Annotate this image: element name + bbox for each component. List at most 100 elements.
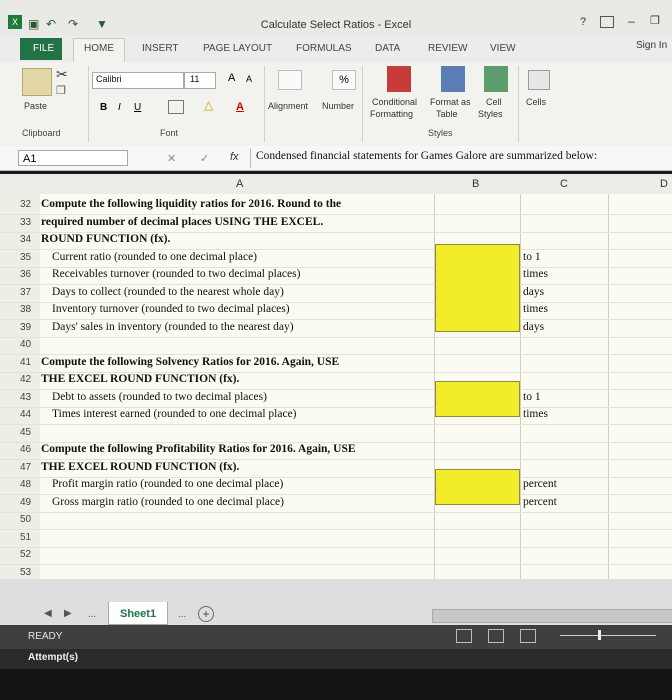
table-label[interactable]: Table [436, 109, 458, 119]
row-number[interactable]: 32 [20, 199, 31, 210]
row-number[interactable]: 52 [20, 549, 31, 560]
font-color-icon[interactable]: A [236, 101, 244, 113]
row-number[interactable]: 47 [20, 462, 31, 473]
formula-content[interactable]: Condensed financial statements for Games… [256, 150, 597, 162]
tab-page-layout[interactable]: PAGE LAYOUT [203, 43, 272, 54]
row-number[interactable]: 39 [20, 322, 31, 333]
bold-button[interactable]: B [100, 102, 107, 113]
row-number[interactable]: 38 [20, 304, 31, 315]
italic-button[interactable]: I [118, 102, 121, 113]
percent-icon[interactable]: % [332, 70, 356, 90]
row-number[interactable]: 46 [20, 444, 31, 455]
cells-icon[interactable] [528, 70, 550, 90]
tab-view[interactable]: VIEW [490, 43, 516, 54]
cell-text[interactable]: Compute the following liquidity ratios f… [41, 198, 341, 210]
cell-text[interactable]: THE EXCEL ROUND FUNCTION (fx). [41, 461, 239, 473]
cells-button[interactable]: Cells [526, 97, 546, 107]
cell-text[interactable]: Gross margin ratio (rounded to one decim… [52, 496, 284, 508]
row-number[interactable]: 40 [20, 339, 31, 350]
row-number[interactable]: 51 [20, 532, 31, 543]
formatting-label[interactable]: Formatting [370, 109, 413, 119]
grow-font-button[interactable]: A [228, 72, 235, 84]
cell-text[interactable]: ROUND FUNCTION (fx). [41, 233, 170, 245]
row-number[interactable]: 48 [20, 479, 31, 490]
row-number[interactable]: 41 [20, 357, 31, 368]
cell-styles-icon[interactable] [484, 66, 508, 92]
column-header-d[interactable]: D [660, 178, 668, 190]
row-number[interactable]: 50 [20, 514, 31, 525]
cancel-icon[interactable]: ✕ [167, 152, 176, 165]
cell-text[interactable]: Inventory turnover (rounded to two decim… [52, 303, 290, 315]
format-as-table-icon[interactable] [441, 66, 465, 92]
ribbon-display-icon[interactable] [600, 16, 614, 28]
row-number[interactable]: 37 [20, 287, 31, 298]
row-number[interactable]: 34 [20, 234, 31, 245]
cell-text[interactable]: Days to collect (rounded to the nearest … [52, 286, 284, 298]
column-header-a[interactable]: A [236, 178, 243, 190]
answer-cells-liquidity[interactable] [435, 244, 520, 332]
cell-text[interactable]: Compute the following Solvency Ratios fo… [41, 356, 339, 368]
sheet-tabs-more-left[interactable]: ... [88, 609, 96, 620]
enter-icon[interactable]: ✓ [200, 152, 209, 165]
fill-color-icon[interactable]: △ [204, 98, 213, 112]
add-sheet-button[interactable]: + [198, 606, 214, 622]
insert-function-icon[interactable]: fx [230, 151, 239, 163]
styles-label[interactable]: Styles [478, 109, 503, 119]
tab-review[interactable]: REVIEW [428, 43, 467, 54]
tab-data[interactable]: DATA [375, 43, 400, 54]
tab-home-label[interactable]: HOME [84, 43, 114, 54]
page-break-view-icon[interactable] [520, 629, 536, 643]
column-header-c[interactable]: C [560, 178, 568, 190]
row-number[interactable]: 49 [20, 497, 31, 508]
tab-formulas[interactable]: FORMULAS [296, 43, 352, 54]
row-number[interactable]: 53 [20, 567, 31, 578]
cell-text[interactable]: Compute the following Profitability Rati… [41, 443, 356, 455]
font-size-select[interactable] [184, 72, 216, 89]
tab-file-label[interactable]: FILE [33, 43, 54, 54]
row-number[interactable]: 35 [20, 252, 31, 263]
cell-text[interactable]: required number of decimal places USING … [41, 216, 323, 228]
cell-text[interactable]: Debt to assets (rounded to two decimal p… [52, 391, 267, 403]
cut-icon[interactable]: ✂ [56, 66, 68, 83]
conditional-formatting-icon[interactable] [387, 66, 411, 92]
row-number[interactable]: 43 [20, 392, 31, 403]
sign-in-link[interactable]: Sign In [636, 40, 667, 51]
cell-text[interactable]: THE EXCEL ROUND FUNCTION (fx). [41, 373, 239, 385]
zoom-slider-thumb[interactable] [598, 630, 601, 640]
alignment-icon[interactable] [278, 70, 302, 90]
copy-icon[interactable]: ❐ [56, 84, 66, 97]
cell-label[interactable]: Cell [486, 97, 502, 107]
name-box[interactable]: A1 [18, 150, 128, 166]
cell-text[interactable]: Current ratio (rounded to one decimal pl… [52, 251, 257, 263]
paste-button[interactable]: Paste [24, 101, 47, 111]
row-number[interactable]: 44 [20, 409, 31, 420]
help-icon[interactable]: ? [580, 16, 586, 28]
minimize-icon[interactable]: – [628, 14, 635, 28]
conditional-formatting-label[interactable]: Conditional [372, 97, 417, 107]
format-as-label[interactable]: Format as [430, 97, 471, 107]
row-number[interactable]: 33 [20, 217, 31, 228]
cell-text[interactable]: Times interest earned (rounded to one de… [52, 408, 297, 420]
next-sheet-icon[interactable]: ▶ [64, 608, 72, 619]
cell-text[interactable]: Receivables turnover (rounded to two dec… [52, 268, 300, 280]
zoom-slider[interactable] [560, 635, 656, 636]
shrink-font-button[interactable]: A [246, 74, 252, 84]
cell-text[interactable]: Days' sales in inventory (rounded to the… [52, 321, 294, 333]
row-number[interactable]: 36 [20, 269, 31, 280]
answer-cells-profitability[interactable] [435, 469, 520, 505]
sheet-tabs-more-right[interactable]: ... [178, 609, 186, 620]
page-layout-view-icon[interactable] [488, 629, 504, 643]
borders-icon[interactable] [168, 100, 184, 114]
answer-cells-solvency[interactable] [435, 381, 520, 417]
normal-view-icon[interactable] [456, 629, 472, 643]
row-number[interactable]: 42 [20, 374, 31, 385]
alignment-button[interactable]: Alignment [268, 101, 308, 111]
underline-button[interactable]: U [134, 102, 141, 113]
sheet-tab-label[interactable]: Sheet1 [120, 608, 156, 620]
column-header-b[interactable]: B [472, 178, 479, 190]
row-number[interactable]: 45 [20, 427, 31, 438]
horizontal-scrollbar[interactable] [432, 609, 672, 623]
tab-insert[interactable]: INSERT [142, 43, 179, 54]
restore-icon[interactable]: ❐ [650, 14, 660, 27]
paste-icon[interactable] [22, 68, 52, 96]
